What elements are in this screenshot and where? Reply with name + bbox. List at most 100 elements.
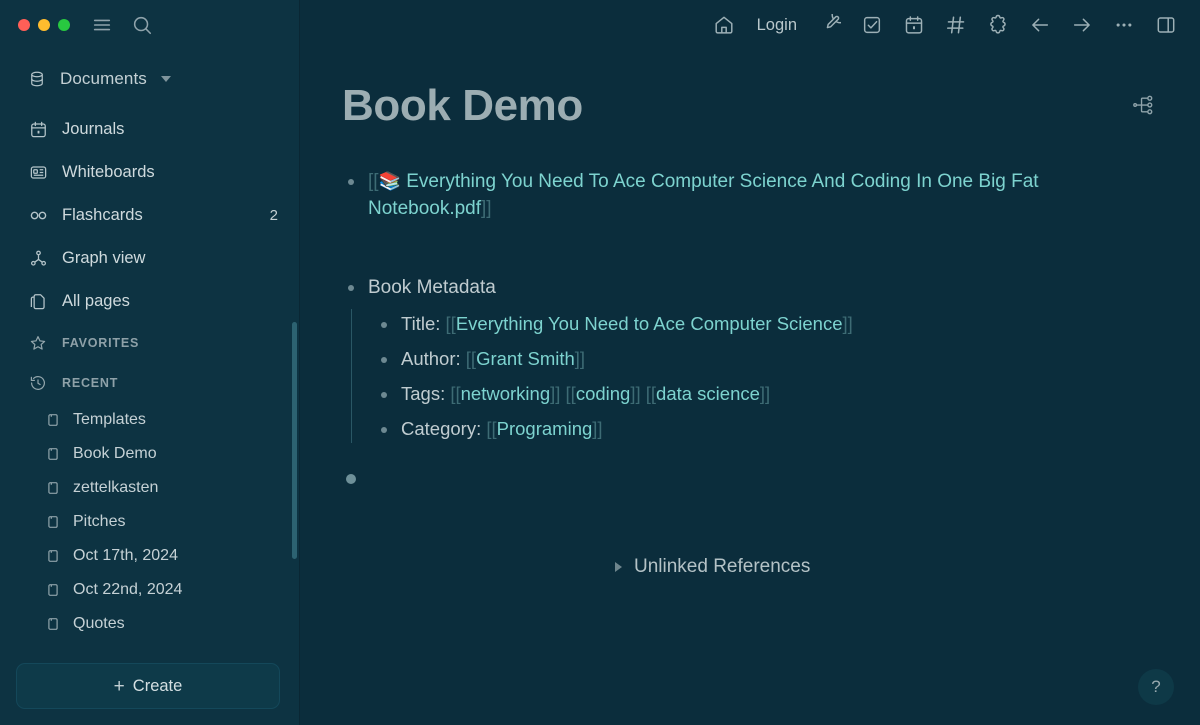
sidebar-scrollbar[interactable] (292, 322, 297, 559)
main-content: Login Book Demo [[📚 Everything You Need … (300, 0, 1200, 725)
books-emoji-icon: 📚 (378, 171, 401, 192)
create-button[interactable]: + Create (16, 663, 280, 709)
hamburger-menu-icon[interactable] (87, 10, 117, 40)
recent-page-label: Oct 22nd, 2024 (73, 581, 183, 598)
bullet-icon[interactable] (342, 168, 360, 195)
pencil-circle-icon[interactable] (811, 7, 849, 43)
bracket-separator: ]] [[ (630, 383, 657, 405)
bullet-icon[interactable] (375, 346, 393, 373)
hierarchy-tree-icon[interactable] (1130, 92, 1156, 118)
recent-page-book-demo[interactable]: Book Demo (0, 437, 300, 471)
block-content[interactable]: Tags: [[networking]] [[coding]] [[data s… (401, 381, 770, 407)
block-content[interactable]: Category: [[Programing]] (401, 416, 603, 442)
block-row[interactable]: [[📚 Everything You Need To Ace Computer … (342, 164, 1200, 226)
sidebar-item-flashcards[interactable]: Flashcards 2 (0, 194, 300, 237)
block-row[interactable]: Book Metadata (342, 270, 1200, 305)
bracket-open: [[ (450, 383, 461, 405)
recent-page-templates[interactable]: Templates (0, 403, 300, 437)
calendar-icon (27, 119, 49, 141)
create-button-container: + Create (0, 663, 300, 725)
graph-selector[interactable]: Documents (26, 62, 300, 96)
ellipsis-icon[interactable] (1105, 7, 1143, 43)
recent-page-zettelkasten[interactable]: zettelkasten (0, 471, 300, 505)
block-row-category[interactable]: Category: [[Programing]] (375, 412, 1200, 447)
bullet-icon[interactable] (342, 274, 360, 301)
bracket-open: [[ (445, 313, 456, 335)
page-reference-link[interactable]: Programing (497, 418, 593, 439)
sidebar-item-whiteboards[interactable]: Whiteboards (0, 151, 300, 194)
minimize-window-button[interactable] (38, 19, 50, 31)
recent-section-header[interactable]: RECENT (0, 363, 300, 403)
recent-page-pitches[interactable]: Pitches (0, 505, 300, 539)
block-content[interactable]: [[📚 Everything You Need To Ace Computer … (368, 168, 1128, 222)
sidebar-item-label: All pages (62, 292, 130, 310)
field-label-category: Category: (401, 418, 487, 440)
checkbox-icon[interactable] (853, 7, 891, 43)
login-button[interactable]: Login (747, 7, 807, 43)
bullet-icon[interactable] (375, 311, 393, 338)
search-icon[interactable] (127, 10, 157, 40)
recent-page-label: Pitches (73, 513, 126, 530)
home-icon[interactable] (705, 7, 743, 43)
arrow-right-icon[interactable] (1063, 7, 1101, 43)
block-content[interactable]: Author: [[Grant Smith]] (401, 346, 585, 372)
create-button-label: Create (132, 676, 183, 695)
tag-link-coding[interactable]: coding (576, 383, 631, 404)
block-row-author[interactable]: Author: [[Grant Smith]] (375, 342, 1200, 377)
page-reference-link[interactable]: Everything You Need To Ace Computer Scie… (368, 171, 1039, 219)
block-row[interactable] (342, 461, 1200, 496)
favorites-section-header[interactable]: FAVORITES (0, 323, 300, 363)
recent-page-oct-17[interactable]: Oct 17th, 2024 (0, 539, 300, 573)
hash-icon[interactable] (937, 7, 975, 43)
graph-view-icon (27, 248, 49, 270)
bracket-separator: ]] [[ (550, 383, 576, 405)
unlinked-references-label: Unlinked References (634, 556, 811, 577)
sidebar-item-graph-view[interactable]: Graph view (0, 237, 300, 280)
tag-link-data-science[interactable]: data science (656, 383, 760, 404)
bullet-icon[interactable] (375, 381, 393, 408)
document-area: Book Demo [[📚 Everything You Need To Ace… (300, 50, 1200, 496)
arrow-left-icon[interactable] (1021, 7, 1059, 43)
page-icon (45, 616, 61, 632)
sidebar-item-count: 2 (269, 207, 278, 224)
bracket-open: [[ (368, 171, 379, 193)
bracket-close: ]] (759, 383, 771, 405)
page-icon (45, 514, 61, 530)
block-row-tags[interactable]: Tags: [[networking]] [[coding]] [[data s… (375, 377, 1200, 412)
recent-page-oct-22[interactable]: Oct 22nd, 2024 (0, 573, 300, 607)
recent-pages-list: Templates Book Demo zettelkasten Pitches (0, 403, 300, 641)
traffic-light-controls (18, 19, 70, 31)
database-icon (26, 70, 48, 88)
help-button[interactable]: ? (1138, 669, 1174, 705)
recent-page-label: Templates (73, 411, 146, 428)
top-toolbar: Login (300, 0, 1200, 50)
bracket-open: [[ (486, 418, 497, 440)
block-row-title[interactable]: Title: [[Everything You Need to Ace Comp… (375, 307, 1200, 342)
close-window-button[interactable] (18, 19, 30, 31)
maximize-window-button[interactable] (58, 19, 70, 31)
sidebar-item-journals[interactable]: Journals (0, 108, 300, 151)
block-list: [[📚 Everything You Need To Ace Computer … (300, 164, 1200, 496)
recent-page-label: Quotes (73, 615, 125, 632)
bullet-icon[interactable] (342, 465, 360, 492)
page-reference-link[interactable]: Grant Smith (476, 348, 575, 369)
block-content[interactable]: Book Metadata (368, 274, 496, 301)
infinity-icon (27, 205, 49, 227)
favorites-label: FAVORITES (62, 336, 140, 350)
page-reference-link[interactable]: Everything You Need to Ace Computer Scie… (456, 313, 843, 334)
right-sidebar-icon[interactable] (1147, 7, 1185, 43)
calendar-icon[interactable] (895, 7, 933, 43)
puzzle-piece-icon[interactable] (979, 7, 1017, 43)
graph-name-label: Documents (60, 69, 147, 88)
sidebar-nav: Journals Whiteboards Flashcards 2 Graph … (0, 108, 300, 323)
tag-link-networking[interactable]: networking (461, 383, 550, 404)
bullet-icon[interactable] (375, 416, 393, 443)
block-content[interactable]: Title: [[Everything You Need to Ace Comp… (401, 311, 853, 337)
recent-page-quotes[interactable]: Quotes (0, 607, 300, 641)
sidebar-item-label: Journals (62, 120, 125, 138)
page-icon (45, 480, 61, 496)
page-icon (45, 412, 61, 428)
unlinked-references-toggle[interactable]: Unlinked References (615, 556, 810, 578)
sidebar-item-all-pages[interactable]: All pages (0, 280, 300, 323)
recent-label: RECENT (62, 376, 119, 390)
